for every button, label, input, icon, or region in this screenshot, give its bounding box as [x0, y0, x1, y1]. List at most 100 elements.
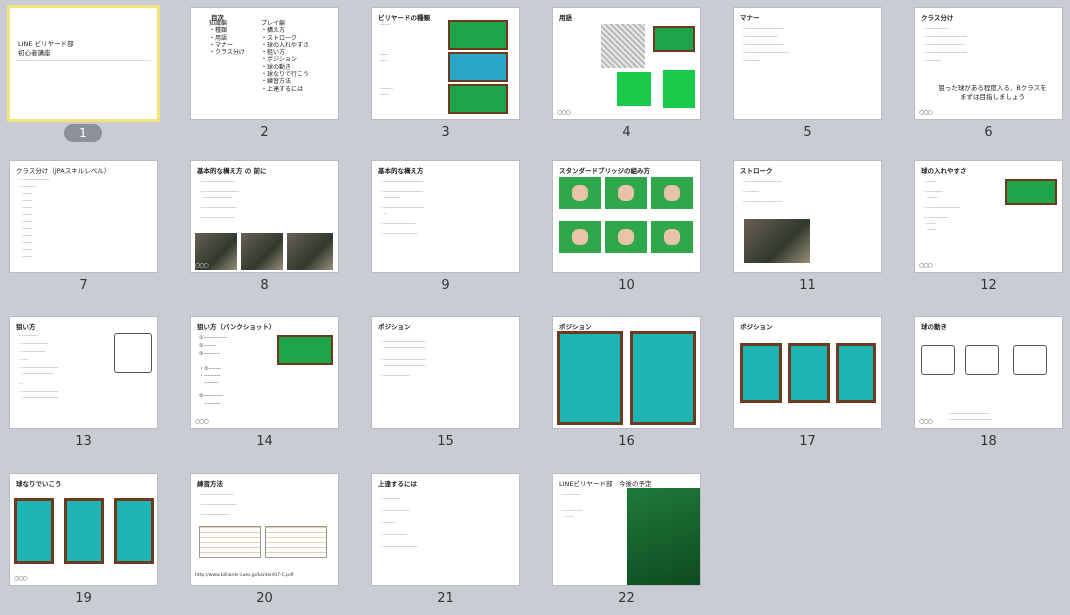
pool-table-photo	[627, 488, 700, 585]
slide-number: 18	[980, 434, 997, 449]
photo	[241, 233, 283, 270]
slide-number: 15	[437, 434, 454, 449]
pool-table-diagram	[14, 498, 54, 564]
slide-title: 球なりでいこう	[16, 480, 62, 488]
slide-title: ポジション	[378, 323, 411, 331]
slide-number: 1	[64, 124, 102, 142]
slide-canvas[interactable]: 球の動き ---------------------------- ------…	[915, 317, 1062, 428]
slide-canvas[interactable]: 狙い方（バンクショット） ①------------- ②------- ③--…	[191, 317, 338, 428]
slide-link[interactable]: http://www.billiards-cues.jp/kanteil/07-…	[195, 573, 293, 578]
slide-number: 10	[618, 278, 635, 293]
slide-number: 21	[437, 591, 454, 606]
slide-canvas[interactable]: 目次 知識編 ・種類 ・用語 ・マナー ・クラス分け プレイ編 ・構え方 ・ストローク ・球の…	[191, 8, 338, 119]
photo	[287, 233, 333, 270]
photo	[744, 219, 810, 263]
slide-title: マナー	[740, 14, 760, 22]
hand-image	[605, 177, 647, 209]
pool-table-image	[277, 335, 333, 365]
slide-canvas[interactable]: 狙い方 ・----------- ・------------------ ・--…	[10, 317, 157, 428]
pool-table-image	[653, 26, 695, 52]
slide-number: 3	[441, 125, 450, 140]
diagram-image	[114, 333, 152, 373]
slide-number: 11	[799, 278, 816, 293]
green-table-image	[663, 70, 695, 108]
slide-title: クラス分け	[921, 14, 954, 22]
slide-number: 22	[618, 591, 635, 606]
slide-canvas[interactable]: LINE ビリヤード部 初心者講座	[10, 8, 157, 119]
slide-title: 球の動き	[921, 323, 947, 331]
slide-title: 狙い方（バンクショット）	[197, 323, 276, 331]
slide-canvas[interactable]: 球なりでいこう ○○○	[10, 474, 157, 585]
diagram-image	[1013, 345, 1047, 375]
pool-table-diagram	[836, 343, 876, 403]
slide-number: 14	[256, 434, 273, 449]
slide-title: 基本的な構え方	[378, 167, 424, 175]
pool-table-diagram	[630, 331, 696, 425]
slide-canvas[interactable]: 基本的な構え方 の 前に ・---------------------- ・--…	[191, 161, 338, 272]
slide-canvas[interactable]: クラス分け（JPAスキルレベル） ・------------------- ・-…	[10, 161, 157, 272]
slide-canvas[interactable]: ポジション	[734, 317, 881, 428]
slide-canvas[interactable]: ストローク ・------------------------- ・------…	[734, 161, 881, 272]
green-table-image	[617, 72, 651, 106]
slide-sorter-grid: LINE ビリヤード部 初心者講座 1 目次 知識編 ・種類 ・用語 ・マナー ・クラス…	[0, 0, 1070, 615]
slide-canvas[interactable]: 用語 ○○○	[553, 8, 700, 119]
slide-number: 13	[75, 434, 92, 449]
slide-title: LINE ビリヤード部 初心者講座	[18, 40, 74, 57]
pool-table-image	[448, 84, 508, 114]
pool-table-diagram	[557, 331, 623, 425]
slide-title: 用語	[559, 14, 572, 22]
slide-canvas[interactable]: ポジション	[553, 317, 700, 428]
slide-canvas[interactable]: LINEビリヤード部 今後の予定 ・----------- ・---------…	[553, 474, 700, 585]
hand-image	[651, 221, 693, 253]
practice-table-image	[199, 526, 261, 558]
slide-title: スタンダードブリッジの組み方	[559, 167, 650, 175]
slide-canvas[interactable]: ビリヤードの種類 ------- ------ ----- --------- …	[372, 8, 519, 119]
slide-number: 16	[618, 434, 635, 449]
slide-title: ストローク	[740, 167, 773, 175]
slide-note: 狙った球がある程度入る、Bクラスを まずは目指しましょう	[938, 84, 1047, 101]
slide-title: 基本的な構え方 の 前に	[197, 167, 267, 175]
pool-table-diagram	[740, 343, 782, 403]
hand-image	[559, 221, 601, 253]
slide-number: 8	[260, 278, 269, 293]
pool-table-image	[448, 20, 508, 50]
slide-number: 12	[980, 278, 997, 293]
toc-col1: 知識編 ・種類 ・用語 ・マナー ・クラス分け	[209, 20, 245, 57]
slide-canvas[interactable]: 練習方法 ・--------------------- ・-----------…	[191, 474, 338, 585]
hand-image	[605, 221, 647, 253]
hand-image	[651, 177, 693, 209]
slide-canvas[interactable]: 球の入れやすさ ・------ ・----------- ------- ・--…	[915, 161, 1062, 272]
practice-table-image	[265, 526, 327, 558]
slide-title: クラス分け（JPAスキルレベル）	[16, 167, 111, 175]
slide-number: 4	[622, 125, 631, 140]
slide-title: ポジション	[740, 323, 773, 331]
slide-canvas[interactable]: マナー ・-------------------------- ・-------…	[734, 8, 881, 119]
pool-table-image	[1005, 179, 1057, 205]
toc-col2: プレイ編 ・構え方 ・ストローク ・球の入れやすさ ・狙い方 ・ポジション ・球の動き ・球な…	[261, 20, 310, 93]
pool-table-diagram	[64, 498, 104, 564]
slide-title: 練習方法	[197, 480, 223, 488]
pool-table-diagram	[788, 343, 830, 403]
slide-title: 上達するには	[378, 480, 417, 488]
slide-number: 5	[803, 125, 812, 140]
pool-table-image	[448, 52, 508, 82]
slide-number: 20	[256, 591, 273, 606]
slide-number: 19	[75, 591, 92, 606]
slide-number: 9	[441, 278, 450, 293]
hand-image	[559, 177, 601, 209]
slide-number: 6	[984, 125, 993, 140]
slide-canvas[interactable]: スタンダードブリッジの組み方	[553, 161, 700, 272]
slide-title: 狙い方	[16, 323, 36, 331]
slide-canvas[interactable]: 基本的な構え方 ・--------------------------- ・--…	[372, 161, 519, 272]
slide-title: LINEビリヤード部 今後の予定	[559, 480, 652, 488]
slide-number: 7	[79, 278, 88, 293]
diagram-image	[921, 345, 955, 375]
slide-canvas[interactable]: ポジション ・----------------------------- ---…	[372, 317, 519, 428]
pool-table-diagram	[114, 498, 154, 564]
diagram-image	[965, 345, 999, 375]
slide-canvas[interactable]: 上達するには ・----------- ・------------------ …	[372, 474, 519, 585]
manga-image	[601, 24, 645, 68]
slide-canvas[interactable]: クラス分け ・--------------- ・----------------…	[915, 8, 1062, 119]
slide-title: 球の入れやすさ	[921, 167, 967, 175]
slide-title: ポジション	[559, 323, 592, 331]
